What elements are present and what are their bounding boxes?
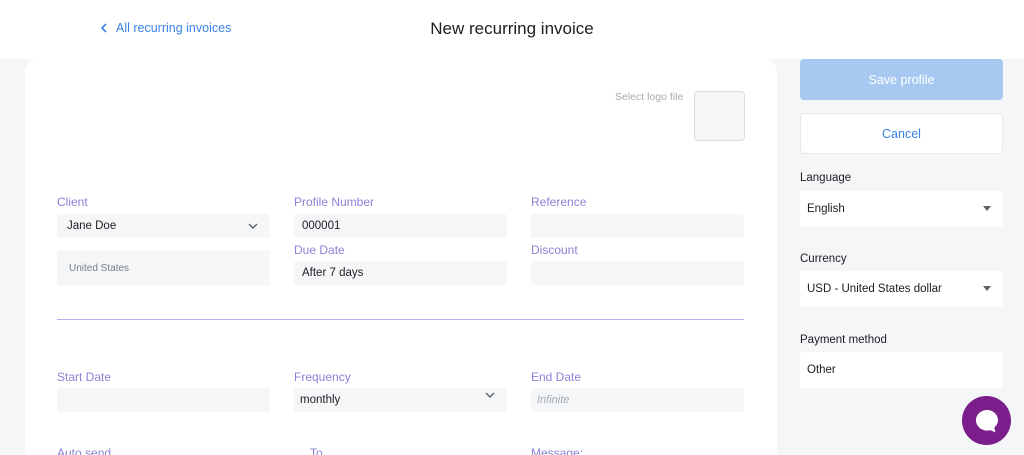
discount-label: Discount [531,243,578,257]
language-label: Language [800,172,852,184]
chat-icon [975,409,998,432]
logo-upload-box[interactable] [694,91,745,141]
caret-down-icon [983,286,991,291]
language-value: English [807,203,845,215]
payment-method-select[interactable]: Other [800,352,1003,388]
currency-label: Currency [800,253,847,265]
message-label: Message: [531,446,584,455]
frequency-select[interactable]: monthly [294,388,507,412]
reference-label: Reference [531,195,587,209]
end-date-placeholder: Infinite [537,394,570,406]
frequency-label: Frequency [294,370,351,384]
client-address-box: United States [57,250,270,286]
reference-input[interactable] [531,214,744,238]
payment-method-value: Other [807,364,836,376]
page-title: New recurring invoice [430,19,594,38]
client-value: Jane Doe [67,220,117,232]
section-divider [57,319,744,320]
client-label: Client [57,195,88,209]
due-date-label: Due Date [294,243,345,257]
discount-input[interactable] [531,261,744,285]
due-date-value: After 7 days [302,267,364,279]
save-profile-button[interactable]: Save profile [800,59,1003,100]
to-label: To [310,446,323,455]
end-date-input[interactable]: Infinite [531,388,744,412]
chevron-down-icon [485,392,495,398]
client-address: United States [69,262,130,274]
due-date-select[interactable]: After 7 days [294,261,507,285]
profile-number-input[interactable]: 000001 [294,214,507,238]
select-logo-label: Select logo file [615,91,684,103]
start-date-input[interactable] [57,388,270,412]
currency-value: USD - United States dollar [807,283,942,295]
chat-launcher-button[interactable] [962,396,1011,445]
invoice-form-card: Select logo file Client Profile Number R… [25,59,777,455]
caret-down-icon [983,206,991,211]
currency-select[interactable]: USD - United States dollar [800,271,1003,307]
chevron-down-icon [248,223,258,229]
client-select[interactable]: Jane Doe [57,214,270,238]
payment-method-label: Payment method [800,334,887,346]
end-date-label: End Date [531,370,582,384]
auto-send-label: Auto send [57,446,112,455]
language-select[interactable]: English [800,191,1003,227]
profile-number-label: Profile Number [294,195,375,209]
cancel-button[interactable]: Cancel [800,113,1003,154]
start-date-label: Start Date [57,370,112,384]
top-bar: All recurring invoices New recurring inv… [0,0,1024,59]
profile-number-value: 000001 [302,220,341,232]
frequency-value: monthly [300,394,341,406]
